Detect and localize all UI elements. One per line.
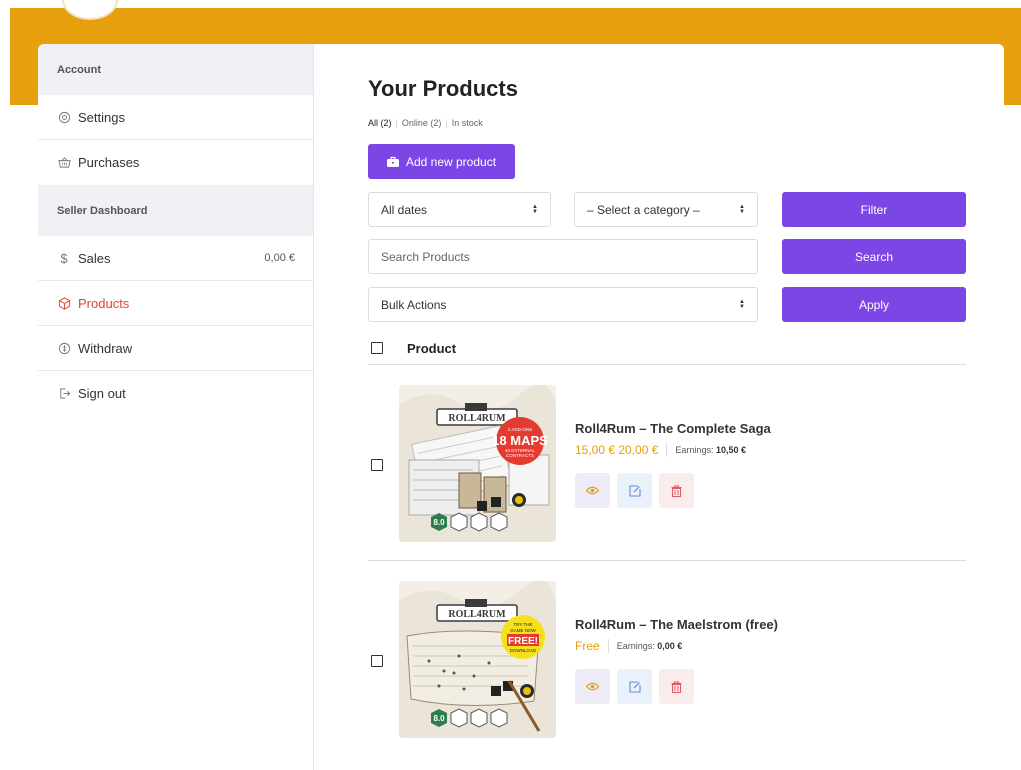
sidebar-item-label: Sign out <box>78 386 126 401</box>
earnings-text: Earnings: 0,00 € <box>616 641 683 651</box>
sidebar-item-label: Sales <box>78 250 111 266</box>
page-title: Your Products <box>368 76 518 101</box>
search-button[interactable]: Search <box>782 239 966 274</box>
sidebar-item-products[interactable]: Products <box>38 281 313 326</box>
svg-text:8.0: 8.0 <box>433 518 445 527</box>
box-icon <box>57 296 71 310</box>
edit-icon <box>628 484 641 497</box>
bulk-actions-select[interactable]: Bulk Actions ▲ ▼ <box>368 287 758 322</box>
add-new-product-button[interactable]: Add new product <box>368 144 515 179</box>
sidebar-item-sales[interactable]: $ Sales 0,00 € <box>38 236 313 281</box>
row-checkbox[interactable] <box>371 655 383 667</box>
product-name-link[interactable]: Roll4Rum – The Maelstrom (free) <box>575 617 778 632</box>
divider: | <box>445 118 448 128</box>
divider: | <box>395 118 398 128</box>
svg-text:DOWNLOAD: DOWNLOAD <box>510 648 537 653</box>
svg-text:ROLL4RUM: ROLL4RUM <box>448 609 506 620</box>
table-header: Product <box>368 332 966 365</box>
dollar-icon: $ <box>60 250 68 266</box>
edit-button[interactable] <box>617 669 652 704</box>
earnings-value: 0,00 € <box>657 641 683 651</box>
money-icon <box>57 341 71 355</box>
select-arrows-icon: ▲ ▼ <box>739 203 745 215</box>
select-arrows-icon: ▲ ▼ <box>532 203 538 215</box>
svg-text:8.0: 8.0 <box>433 714 445 723</box>
delete-button[interactable] <box>659 669 694 704</box>
sidebar-item-label: Products <box>78 295 130 311</box>
date-filter-select[interactable]: All dates ▲ ▼ <box>368 192 551 227</box>
dashboard-card: Account Settings Purchases Seller Dashbo… <box>38 44 1004 770</box>
product-thumbnail[interactable]: ROLL4RUM TRY THE GAME NOW FREE! DOWNLOAD… <box>399 581 556 738</box>
product-price: 15,00 € 20,00 € <box>575 443 659 457</box>
edit-button[interactable] <box>617 473 652 508</box>
eye-icon <box>586 682 599 691</box>
table-row: ROLL4RUM 2 ADD-ONS 18 MAPS 40 EXTERNAL C… <box>368 365 966 561</box>
status-filter-nav: All (2) | Online (2) | In stock <box>368 118 483 128</box>
sidebar-item-signout[interactable]: Sign out <box>38 371 313 416</box>
svg-text:ROLL4RUM: ROLL4RUM <box>448 413 506 424</box>
earnings-value: 10,50 € <box>715 445 746 455</box>
sales-amount: 0,00 € <box>264 252 295 264</box>
sidebar-heading-seller: Seller Dashboard <box>38 185 313 236</box>
bulk-actions-value: Bulk Actions <box>381 297 447 312</box>
category-filter-value: – Select a category – <box>587 202 700 217</box>
status-all-link[interactable]: All (2) <box>368 118 392 128</box>
price-line: Free Earnings: 0,00 € <box>575 639 682 653</box>
sidebar-heading-account: Account <box>38 44 313 95</box>
product-price: Free <box>575 639 600 653</box>
product-name-link[interactable]: Roll4Rum – The Complete Saga <box>575 421 771 436</box>
site-logo[interactable] <box>62 0 118 20</box>
sidebar-item-purchases[interactable]: Purchases <box>38 140 313 185</box>
sidebar-item-settings[interactable]: Settings <box>38 95 313 140</box>
svg-text:GAME NOW: GAME NOW <box>510 628 536 633</box>
column-header-product: Product <box>407 340 457 356</box>
svg-text:18 MAPS: 18 MAPS <box>492 433 548 448</box>
sidebar-item-withdraw[interactable]: Withdraw <box>38 326 313 371</box>
sidebar-item-label: Settings <box>78 109 125 125</box>
basket-icon <box>57 156 71 170</box>
filter-button[interactable]: Filter <box>782 192 966 227</box>
gear-icon <box>57 110 71 124</box>
status-instock-link[interactable]: In stock <box>452 118 483 128</box>
product-cover-art: ROLL4RUM 2 ADD-ONS 18 MAPS 40 EXTERNAL C… <box>399 385 556 542</box>
view-button[interactable] <box>575 669 610 704</box>
select-all-checkbox[interactable] <box>371 342 383 354</box>
status-online-link[interactable]: Online (2) <box>402 118 442 128</box>
date-filter-value: All dates <box>381 202 428 217</box>
product-thumbnail[interactable]: ROLL4RUM 2 ADD-ONS 18 MAPS 40 EXTERNAL C… <box>399 385 556 542</box>
product-cover-art: ROLL4RUM TRY THE GAME NOW FREE! DOWNLOAD… <box>399 581 556 738</box>
eye-icon <box>586 486 599 495</box>
earnings-text: Earnings: 10,50 € <box>675 445 746 455</box>
svg-text:CONTRACTS: CONTRACTS <box>506 453 534 458</box>
view-button[interactable] <box>575 473 610 508</box>
divider <box>607 639 609 653</box>
row-actions <box>575 669 694 704</box>
divider <box>666 443 668 457</box>
svg-text:FREE!: FREE! <box>508 636 538 647</box>
sign-out-icon <box>57 387 71 401</box>
trash-icon <box>671 680 682 693</box>
sidebar: Account Settings Purchases Seller Dashbo… <box>38 44 314 770</box>
table-row: ROLL4RUM TRY THE GAME NOW FREE! DOWNLOAD… <box>368 561 966 757</box>
category-filter-select[interactable]: – Select a category – ▲ ▼ <box>574 192 758 227</box>
sidebar-item-label: Purchases <box>78 155 140 170</box>
sidebar-item-label: Withdraw <box>78 340 133 356</box>
add-new-product-label: Add new product <box>405 154 497 169</box>
row-actions <box>575 473 694 508</box>
edit-icon <box>628 680 641 693</box>
row-checkbox[interactable] <box>371 459 383 471</box>
delete-button[interactable] <box>659 473 694 508</box>
apply-button[interactable]: Apply <box>782 287 966 322</box>
select-arrows-icon: ▲ ▼ <box>739 298 745 310</box>
svg-text:2 ADD-ONS: 2 ADD-ONS <box>508 427 532 432</box>
trash-icon <box>671 484 682 497</box>
price-line: 15,00 € 20,00 € Earnings: 10,50 € <box>575 443 746 457</box>
briefcase-icon <box>386 156 399 167</box>
svg-text:TRY THE: TRY THE <box>513 622 532 627</box>
search-products-input[interactable]: Search Products <box>368 239 758 274</box>
